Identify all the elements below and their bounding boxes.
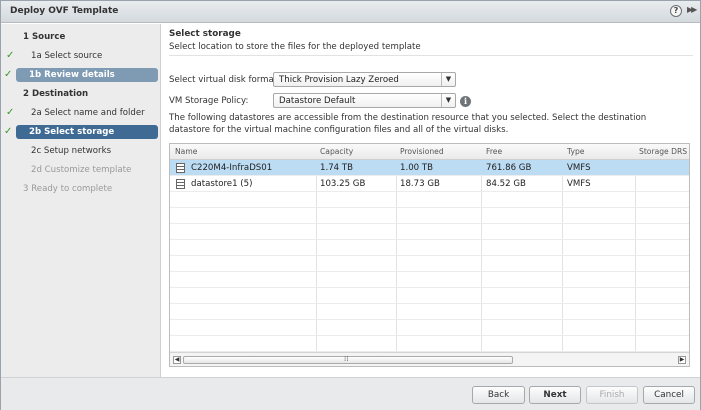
help-icon[interactable]: ?: [670, 5, 682, 17]
checkmark-icon: ✓: [6, 107, 15, 118]
disk-format-label: Select virtual disk format:: [169, 75, 281, 85]
datastore-icon: [176, 179, 185, 189]
dialog-footer: Back Next Finish Cancel: [1, 377, 700, 410]
info-icon[interactable]: i: [460, 96, 471, 107]
finish-button: Finish: [586, 386, 638, 404]
checkmark-icon: ✓: [6, 50, 15, 61]
storage-policy-label: VM Storage Policy:: [169, 96, 249, 106]
storage-policy-dropdown[interactable]: Datastore Default ▼: [273, 93, 456, 108]
next-button[interactable]: Next: [529, 386, 581, 404]
datastore-icon: [176, 163, 185, 173]
datastore-capacity: 1.74 TB: [320, 163, 354, 173]
table-row[interactable]: C220M4-InfraDS01 1.74 TB 1.00 TB 761.86 …: [170, 160, 689, 176]
empty-row: [170, 336, 689, 352]
datastore-provisioned: 1.00 TB: [400, 163, 434, 173]
column-header-free[interactable]: Free: [486, 147, 502, 156]
datastore-name: C220M4-InfraDS01: [191, 163, 273, 173]
column-header-provisioned[interactable]: Provisioned: [400, 147, 444, 156]
title-bar: Deploy OVF Template ? ▶▶: [1, 1, 700, 23]
column-header-capacity[interactable]: Capacity: [320, 147, 353, 156]
divider: [169, 55, 693, 56]
wizard-steps: 1 Source ✓ 1a Select source ✓ 1b Review …: [1, 24, 161, 377]
datastore-type: VMFS: [567, 179, 591, 189]
column-header-storage-drs[interactable]: Storage DRS: [639, 147, 687, 156]
step-2b-select-storage[interactable]: ✓ 2b Select storage: [4, 125, 158, 139]
step-1b-review-details[interactable]: ✓ 1b Review details: [4, 68, 158, 82]
grip-icon: ⁞⁞: [344, 355, 349, 363]
disk-format-value: Thick Provision Lazy Zeroed: [279, 75, 399, 85]
disk-format-dropdown[interactable]: Thick Provision Lazy Zeroed ▼: [273, 72, 456, 87]
empty-row: [170, 320, 689, 336]
empty-row: [170, 224, 689, 240]
column-header-type[interactable]: Type: [567, 147, 584, 156]
scroll-right-icon[interactable]: ▶: [678, 356, 686, 364]
deploy-ovf-dialog: Deploy OVF Template ? ▶▶ 1 Source ✓ 1a S…: [0, 0, 701, 410]
step-2-destination: 2 Destination: [23, 89, 89, 99]
datastore-free: 84.52 GB: [486, 179, 526, 189]
empty-row: [170, 192, 689, 208]
scroll-thumb[interactable]: ⁞⁞: [183, 355, 513, 364]
datastore-description: The following datastores are accessible …: [169, 113, 647, 135]
storage-policy-value: Datastore Default: [279, 96, 356, 106]
table-row[interactable]: datastore1 (5) 103.25 GB 18.73 GB 84.52 …: [170, 176, 689, 192]
checkmark-icon: ✓: [4, 126, 13, 137]
page-subtitle: Select location to store the files for t…: [169, 42, 421, 52]
empty-row: [170, 256, 689, 272]
chevron-down-icon[interactable]: ▼: [441, 73, 455, 86]
checkmark-icon: ✓: [4, 69, 13, 80]
step-2c-setup-networks[interactable]: 2c Setup networks: [3, 144, 160, 158]
chevron-down-icon[interactable]: ▼: [441, 94, 455, 107]
main-panel: Select storage Select location to store …: [162, 24, 700, 377]
empty-row: [170, 288, 689, 304]
back-button[interactable]: Back: [472, 386, 525, 404]
horizontal-scrollbar[interactable]: ◀ ⁞⁞ ▶: [170, 352, 689, 366]
step-1-source: 1 Source: [23, 32, 66, 42]
datastore-free: 761.86 GB: [486, 163, 532, 173]
step-1a-select-source[interactable]: ✓ 1a Select source: [3, 49, 160, 63]
datastore-name: datastore1 (5): [191, 179, 253, 189]
grid-header: Name Capacity Provisioned Free Type Stor…: [170, 144, 689, 160]
cancel-button[interactable]: Cancel: [643, 386, 695, 404]
empty-row: [170, 240, 689, 256]
step-2d-customize-template: 2d Customize template: [31, 165, 132, 175]
datastore-type: VMFS: [567, 163, 591, 173]
empty-row: [170, 272, 689, 288]
empty-row: [170, 304, 689, 320]
step-3-ready-to-complete: 3 Ready to complete: [23, 184, 113, 194]
dialog-title: Deploy OVF Template: [10, 6, 119, 16]
step-2a-select-name-and-folder[interactable]: ✓ 2a Select name and folder: [3, 106, 160, 120]
datastore-provisioned: 18.73 GB: [400, 179, 440, 189]
column-header-name[interactable]: Name: [175, 147, 197, 156]
expand-icon[interactable]: ▶▶: [687, 5, 697, 14]
empty-row: [170, 208, 689, 224]
datastore-capacity: 103.25 GB: [320, 179, 366, 189]
scroll-left-icon[interactable]: ◀: [173, 356, 181, 364]
page-title: Select storage: [169, 29, 241, 39]
datastore-grid: Name Capacity Provisioned Free Type Stor…: [169, 143, 690, 367]
